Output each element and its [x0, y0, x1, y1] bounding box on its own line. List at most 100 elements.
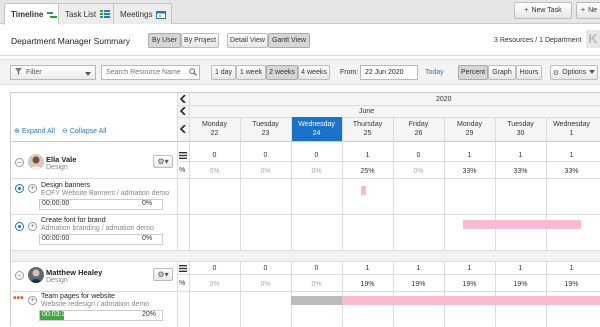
range-1-day-button[interactable]: 1 day	[211, 65, 236, 80]
collapse-panel-icon[interactable]: K	[586, 30, 600, 48]
tab-bar: Timeline Task List Meetings + New Task +…	[0, 0, 600, 25]
expand-all-link[interactable]: ⊕ Expand All	[14, 127, 55, 135]
expand-task-icon[interactable]: +	[28, 184, 37, 193]
minus-circle-icon: ⊖	[62, 128, 68, 135]
collapse-row-icon[interactable]: –	[15, 271, 24, 280]
search-input[interactable]	[101, 65, 200, 80]
percent-cell: 0%	[209, 168, 220, 175]
search-icon	[189, 68, 197, 78]
new-item-label: Ne	[588, 7, 598, 14]
task-title[interactable]: Create font for brand	[41, 217, 106, 224]
from-date-input[interactable]: 22 Jun 2020	[360, 65, 418, 80]
divider	[177, 105, 600, 106]
day-header: Thursday 25	[342, 117, 393, 141]
task-time: 00:00:00	[42, 235, 70, 242]
person-role: Design	[46, 277, 68, 284]
chevron-left-icon[interactable]	[179, 106, 186, 117]
filter-dropdown[interactable]: Filter	[10, 65, 96, 80]
divider	[177, 274, 600, 275]
gantt-bar[interactable]	[361, 186, 366, 195]
chevron-down-icon	[85, 71, 91, 78]
percent-cell: 19%	[564, 281, 579, 288]
day-number: 30	[516, 130, 525, 137]
day-header: Monday 29	[444, 117, 495, 141]
gantt-view-button[interactable]: Gantt View	[268, 33, 310, 48]
person-name[interactable]: Matthew Healey	[46, 268, 102, 277]
list-icon	[100, 10, 111, 18]
gear-icon: ⚙	[552, 69, 560, 77]
percent-cell: 25%	[360, 168, 375, 175]
from-label: From:	[340, 69, 359, 76]
day-number: 23	[261, 130, 270, 137]
percent-cell: 19%	[411, 281, 426, 288]
new-item-button[interactable]: + Ne	[576, 2, 600, 19]
by-user-button[interactable]: By User	[148, 33, 181, 48]
percent-button[interactable]: Percent	[458, 65, 488, 80]
count-cell: 1	[416, 265, 421, 272]
task-title[interactable]: Design banners	[41, 182, 90, 189]
new-task-label: New Task	[531, 7, 562, 14]
day-name: Tuesday	[507, 121, 534, 128]
chevron-left-icon[interactable]	[179, 124, 186, 135]
range-1-week-button[interactable]: 1 week	[236, 65, 266, 80]
percent-cell: 33%	[513, 168, 528, 175]
percent-cell: 33%	[564, 168, 579, 175]
task-project: Admation branding / admation demo	[41, 225, 154, 232]
month-label: June	[359, 108, 375, 115]
count-cell: 1	[365, 152, 370, 159]
divider	[11, 261, 600, 262]
tab-task-list[interactable]: Task List	[58, 3, 117, 24]
new-task-button[interactable]: + New Task	[514, 2, 572, 19]
person-settings-button[interactable]: ⚙▾	[153, 155, 173, 168]
day-header: Friday 26	[393, 117, 444, 141]
percent-cell: 0%	[209, 281, 220, 288]
divider	[11, 214, 600, 215]
detail-view-button[interactable]: Detail View	[227, 33, 268, 48]
tab-meetings[interactable]: Meetings	[113, 3, 173, 24]
day-name: Thursday	[352, 121, 383, 128]
gantt-bar-past[interactable]	[291, 296, 342, 305]
task-project: Website redesign / admation demo	[41, 301, 150, 308]
gantt-bar[interactable]	[342, 296, 600, 305]
day-number: 24	[312, 130, 321, 137]
person-settings-button[interactable]: ⚙▾	[153, 268, 173, 281]
today-link[interactable]: Today	[425, 69, 444, 76]
options-button[interactable]: ⚙ Options	[550, 65, 598, 80]
divider	[11, 178, 600, 179]
count-cell: 0	[212, 152, 217, 159]
range-2-weeks-button[interactable]: 2 weeks	[266, 65, 298, 80]
expand-task-icon[interactable]: +	[28, 222, 37, 231]
count-cell: 0	[416, 152, 421, 159]
collapse-row-icon[interactable]: –	[15, 158, 24, 167]
task-time: 00:00:00	[42, 200, 70, 207]
task-status-radio[interactable]	[15, 184, 24, 193]
avatar	[28, 154, 44, 170]
person-name[interactable]: Ella Vale	[46, 155, 76, 164]
tab-timeline[interactable]: Timeline	[4, 3, 64, 25]
gear-icon: ⚙▾	[157, 157, 169, 166]
count-cell: 0	[212, 265, 217, 272]
range-4-weeks-button[interactable]: 4 weeks	[298, 65, 330, 80]
percent-cell: 0%	[311, 281, 322, 288]
percent-cell: 0%	[260, 168, 271, 175]
year-label: 2020	[436, 96, 452, 103]
schedule-grid: 2020 June ⊕ Expand All ⊖ Collapse All Mo…	[10, 92, 600, 327]
task-percent: 0%	[142, 235, 153, 242]
divider	[240, 117, 241, 327]
day-number: 25	[363, 130, 372, 137]
by-project-button[interactable]: By Project	[181, 33, 219, 48]
more-icon[interactable]: •••	[13, 294, 24, 304]
day-header: Tuesday 23	[240, 117, 291, 141]
collapse-all-link[interactable]: ⊖ Collapse All	[62, 127, 106, 135]
graph-button[interactable]: Graph	[488, 65, 516, 80]
percent-cell: 19%	[513, 281, 528, 288]
hours-button[interactable]: Hours	[516, 65, 542, 80]
expand-task-icon[interactable]: +	[28, 296, 37, 305]
task-status-radio[interactable]	[15, 222, 24, 231]
percent-cell: 33%	[462, 168, 477, 175]
chevron-left-icon[interactable]	[179, 94, 186, 105]
divider	[11, 291, 600, 292]
plus-circle-icon: ⊕	[14, 128, 20, 135]
task-title[interactable]: Team pages for website	[41, 293, 115, 300]
gantt-bar[interactable]	[463, 220, 581, 229]
